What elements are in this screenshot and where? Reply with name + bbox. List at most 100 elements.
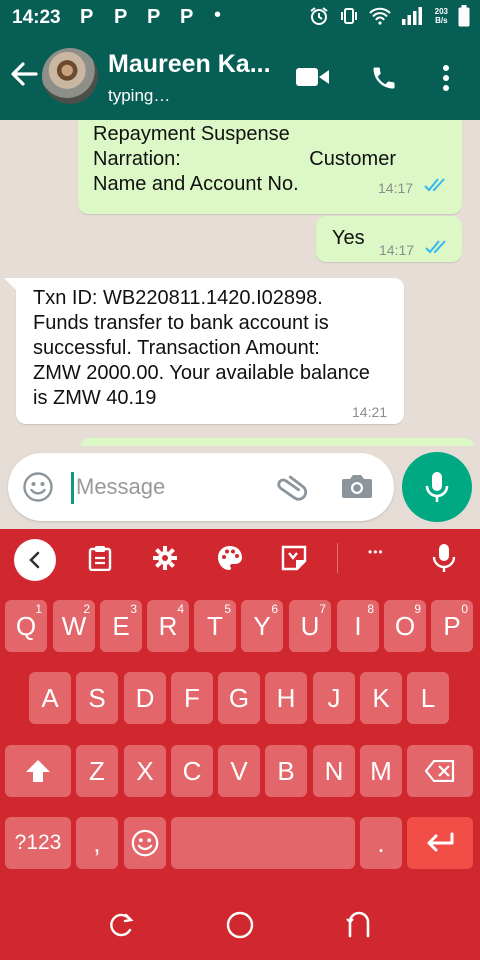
backspace-icon	[425, 760, 455, 782]
status-time: 14:23	[12, 7, 61, 28]
key-l[interactable]: L	[407, 672, 449, 724]
outgoing-message[interactable]: Repayment Suspense Narration: Customer Na…	[78, 120, 462, 214]
message-line: Repayment Suspense	[93, 123, 290, 145]
message-line: ZMW 2000.00. Your available balance	[33, 362, 370, 384]
voice-input-icon[interactable]	[432, 543, 456, 573]
message-time: 14:17	[379, 242, 415, 258]
signal-icon	[401, 7, 422, 25]
avatar[interactable]	[42, 48, 98, 104]
chat-header: Maureen Ka... typing…	[0, 36, 480, 120]
key-i[interactable]: I8	[337, 600, 379, 652]
space-key[interactable]	[171, 817, 355, 869]
message-line: is ZMW 40.19	[33, 387, 157, 409]
outgoing-message[interactable]	[80, 438, 474, 446]
status-bar: 14:23 P P P P • 203 B/s	[0, 0, 480, 36]
key-q[interactable]: Q1	[5, 600, 47, 652]
shift-icon	[26, 760, 50, 782]
navigation-bar	[0, 880, 480, 960]
battery-icon	[458, 5, 470, 27]
enter-key[interactable]	[407, 817, 473, 869]
key-d[interactable]: D	[124, 672, 166, 724]
theme-palette-icon[interactable]	[217, 545, 243, 571]
more-notifications-dot: •	[214, 4, 222, 26]
message-composer	[8, 453, 394, 521]
network-speed: 203 B/s	[434, 7, 448, 25]
message-line: Narration: Customer	[93, 148, 396, 170]
more-options-icon[interactable]: •••	[368, 545, 384, 559]
incoming-message[interactable]: Txn ID: WB220811.1420.I02898. Funds tran…	[16, 278, 404, 424]
wifi-icon	[368, 7, 391, 25]
message-line: Funds transfer to bank account is	[33, 312, 329, 334]
read-ticks-icon	[424, 178, 445, 192]
notification-icon: P	[114, 6, 128, 28]
key-o[interactable]: O9	[384, 600, 426, 652]
recent-apps-icon[interactable]	[108, 912, 134, 938]
message-time: 14:21	[352, 404, 388, 420]
clipboard-icon[interactable]	[88, 545, 112, 571]
notification-icon: P	[80, 6, 94, 28]
collapse-toolbar-button[interactable]	[14, 539, 56, 581]
key-p[interactable]: P0	[431, 600, 473, 652]
comma-key[interactable]: ,	[76, 817, 118, 869]
sticker-icon[interactable]	[281, 545, 307, 571]
back-button[interactable]	[8, 58, 42, 94]
key-f[interactable]: F	[171, 672, 213, 724]
key-j[interactable]: J	[313, 672, 355, 724]
message-line: Txn ID: WB220811.1420.I02898.	[33, 287, 323, 309]
contact-status: typing…	[108, 86, 171, 105]
text-cursor	[71, 472, 74, 504]
emoji-key[interactable]	[124, 817, 166, 869]
vibrate-icon	[340, 8, 357, 24]
toolbar-divider	[337, 543, 338, 573]
key-c[interactable]: C	[171, 745, 213, 797]
period-key[interactable]: .	[360, 817, 402, 869]
key-h[interactable]: H	[265, 672, 307, 724]
read-ticks-icon	[425, 240, 446, 254]
key-x[interactable]: X	[124, 745, 166, 797]
enter-icon	[427, 832, 454, 852]
key-b[interactable]: B	[265, 745, 307, 797]
key-k[interactable]: K	[360, 672, 402, 724]
message-time: 14:17	[378, 180, 414, 196]
message-text: Yes	[332, 227, 365, 249]
message-input[interactable]	[76, 466, 266, 508]
chat-area[interactable]: Repayment Suspense Narration: Customer Na…	[0, 120, 480, 446]
key-e[interactable]: E3	[100, 600, 142, 652]
voice-message-button[interactable]	[402, 452, 472, 522]
chevron-left-icon	[29, 551, 40, 569]
key-t[interactable]: T5	[194, 600, 236, 652]
video-call-icon[interactable]	[296, 66, 330, 88]
key-r[interactable]: R4	[147, 600, 189, 652]
key-v[interactable]: V	[218, 745, 260, 797]
alarm-icon	[310, 7, 328, 25]
settings-gear-icon[interactable]	[152, 545, 178, 571]
mic-icon	[425, 472, 449, 502]
outgoing-message[interactable]: Yes 14:17	[316, 216, 462, 262]
key-s[interactable]: S	[76, 672, 118, 724]
notification-icon: P	[147, 6, 161, 28]
attach-icon[interactable]	[274, 471, 308, 503]
message-line: successful. Transaction Amount:	[33, 337, 320, 359]
key-w[interactable]: W2	[53, 600, 95, 652]
emoji-icon[interactable]	[22, 471, 54, 503]
key-g[interactable]: G	[218, 672, 260, 724]
key-z[interactable]: Z	[76, 745, 118, 797]
key-a[interactable]: A	[29, 672, 71, 724]
camera-icon[interactable]	[340, 471, 374, 501]
key-u[interactable]: U7	[289, 600, 331, 652]
home-icon[interactable]	[226, 911, 254, 939]
key-y[interactable]: Y6	[241, 600, 283, 652]
back-arrow-icon	[11, 62, 38, 86]
contact-name[interactable]: Maureen Ka...	[108, 50, 271, 79]
voice-call-icon[interactable]	[370, 64, 398, 92]
back-nav-icon[interactable]	[346, 910, 372, 938]
emoji-icon	[131, 829, 159, 857]
notification-icon: P	[180, 6, 194, 28]
shift-key[interactable]	[5, 745, 71, 797]
symbols-key[interactable]: ?123	[5, 817, 71, 869]
backspace-key[interactable]	[407, 745, 473, 797]
more-vert-icon[interactable]	[440, 64, 452, 92]
key-n[interactable]: N	[313, 745, 355, 797]
key-m[interactable]: M	[360, 745, 402, 797]
keyboard-toolbar: •••	[0, 529, 480, 587]
